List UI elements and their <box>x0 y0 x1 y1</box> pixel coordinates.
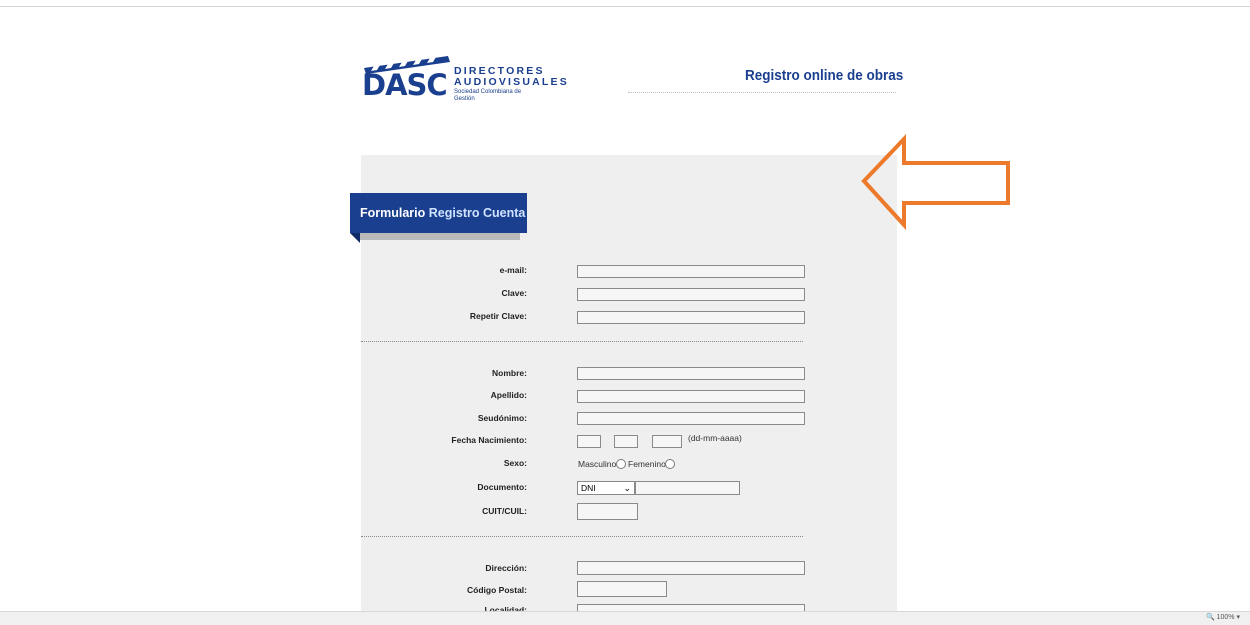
email-field[interactable] <box>577 265 805 278</box>
masculino-label: Masculino <box>578 459 617 469</box>
birth-month-field[interactable] <box>614 435 638 448</box>
femenino-label: Femenino <box>628 459 666 469</box>
document-type-select[interactable]: DNI ⌄ <box>577 481 635 495</box>
title-underline <box>628 92 896 93</box>
femenino-radio[interactable] <box>665 459 675 469</box>
codigo-postal-label: Código Postal: <box>467 585 527 595</box>
cuit-field[interactable] <box>577 503 638 520</box>
logo-wordmark: DASC <box>362 68 448 102</box>
fecha-nacimiento-label: Fecha Nacimiento: <box>451 435 527 445</box>
cuit-label: CUIT/CUIL: <box>482 506 527 516</box>
sexo-label: Sexo: <box>503 458 527 468</box>
masculino-radio[interactable] <box>616 459 626 469</box>
page-title: Registro online de obras <box>745 67 904 84</box>
apellido-field[interactable] <box>577 390 805 403</box>
top-divider <box>0 6 1250 7</box>
document-type-value: DNI <box>581 483 596 493</box>
logo-tagline: Sociedad Colombiana de Gestión <box>454 89 522 102</box>
form-tab-light: Registro Cuenta <box>428 206 526 220</box>
birth-year-field[interactable] <box>652 435 682 448</box>
zoom-value: 100% <box>1216 614 1235 621</box>
form-tab-bold: Formulario <box>360 206 426 220</box>
chevron-down-icon: ⌄ <box>623 483 631 493</box>
seudonimo-label: Seudónimo: <box>477 413 527 423</box>
form-tab-fold <box>350 233 360 243</box>
apellido-label: Apellido: <box>490 390 527 400</box>
zoom-icon: 🔍 <box>1205 614 1215 621</box>
status-bar: 🔍 100% ▾ <box>0 611 1250 625</box>
documento-label: Documento: <box>477 482 527 492</box>
repetir-clave-label: Repetir Clave: <box>469 311 527 321</box>
zoom-chevron-icon: ▾ <box>1236 614 1240 621</box>
form-tab: Formulario Registro Cuenta <box>350 193 527 233</box>
logo-line-audiovisuales: AUDIOVISUALES <box>454 76 569 88</box>
section-divider <box>361 341 803 342</box>
date-format-hint: (dd-mm-aaaa) <box>688 433 742 443</box>
nombre-label: Nombre: <box>492 368 527 378</box>
clave-field[interactable] <box>577 288 805 301</box>
birth-day-field[interactable] <box>577 435 601 448</box>
arrow-left-icon <box>861 134 1010 231</box>
document-number-field[interactable] <box>635 481 740 495</box>
zoom-level[interactable]: 🔍 100% ▾ <box>1206 613 1240 621</box>
clave-label: Clave: <box>501 288 527 298</box>
seudonimo-field[interactable] <box>577 412 805 425</box>
direccion-label: Dirección: <box>485 563 527 573</box>
nombre-field[interactable] <box>577 367 805 380</box>
dasc-logo: DASC DIRECTORES AUDIOVISUALES Sociedad C… <box>362 54 567 104</box>
direccion-field[interactable] <box>577 561 805 575</box>
repetir-clave-field[interactable] <box>577 311 805 324</box>
email-label: e-mail: <box>499 265 527 275</box>
codigo-postal-field[interactable] <box>577 581 667 597</box>
section-divider-2 <box>361 536 803 537</box>
